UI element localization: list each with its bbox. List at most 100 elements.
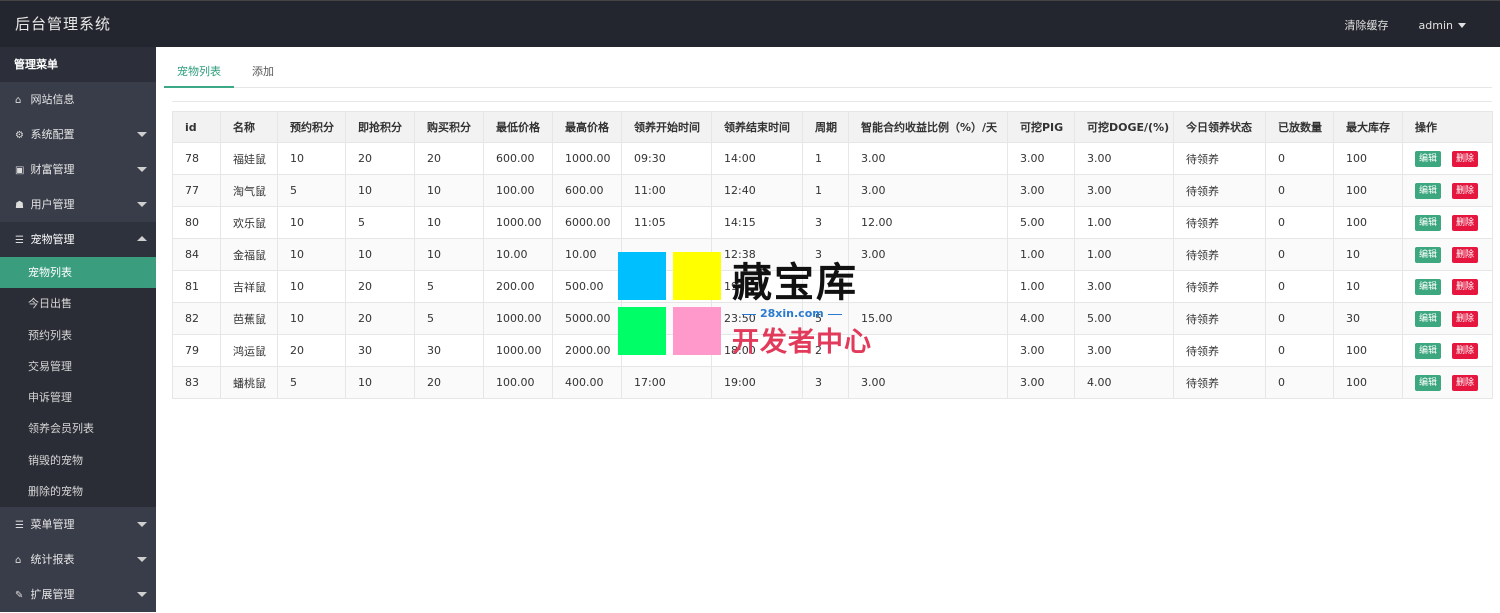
table-cell: 200.00 [483,270,553,303]
table-cell: 3.00 [1007,334,1075,367]
submenu-item-reservations[interactable]: 预约列表 [0,320,156,351]
chevron-down-icon [137,202,147,207]
table-cell: 1000.00 [483,334,553,367]
table-cell: 79 [172,334,221,367]
table-cell: 10 [414,206,484,239]
table-cell: 100 [1333,142,1403,175]
delete-button[interactable]: 删除 [1452,246,1479,263]
table-cell [621,334,712,367]
edit-button[interactable]: 编辑 [1415,278,1442,295]
table-row: 81 吉祥鼠 10 20 5 200.00 500.00 19 1.00 3.00 待领养 0 10 编辑… [172,270,1493,303]
table-cell: 3 [802,366,849,399]
tab-pet-list[interactable]: 宠物列表 [164,58,234,88]
table-body: 78 福娃鼠 10 20 20 600.00 1000.00 09:30 14:00 1 3.00 3… [172,142,1493,399]
table-cell: 20 [345,142,415,175]
users-icon: ☗ [15,200,24,211]
table-cell: 2000.00 [552,334,622,367]
edit-button[interactable]: 编辑 [1415,246,1442,263]
submenu-item-trades[interactable]: 交易管理 [0,351,156,382]
table-cell: 400.00 [552,366,622,399]
table-cell: 12:40 [711,174,803,207]
tab-add[interactable]: 添加 [252,58,274,88]
sidebar-item-label: 用户管理 [30,198,75,211]
sidebar-heading: 管理菜单 [0,47,156,82]
chevron-down-icon [137,522,147,528]
table-cell: 600.00 [483,142,553,175]
column-header: 已放数量 [1265,111,1334,143]
table-row: 78 福娃鼠 10 20 20 600.00 1000.00 09:30 14:00 1 3.00 3… [172,142,1493,175]
submenu-item-deleted[interactable]: 删除的宠物 [0,476,156,507]
delete-button[interactable]: 删除 [1452,150,1479,167]
edit-button[interactable]: 编辑 [1415,310,1442,327]
delete-button[interactable]: 删除 [1452,182,1479,199]
sidebar-item-menus[interactable]: ☰ 菜单管理 [0,507,156,542]
table-cell [621,270,712,303]
chevron-down-icon [1458,22,1466,28]
list-icon: ☰ [15,235,24,246]
table-cell: 23:50 [711,302,803,335]
edit-button[interactable]: 编辑 [1415,374,1442,391]
table-cell: 77 [172,174,221,207]
edit-button[interactable]: 编辑 [1415,342,1442,359]
clear-cache-link[interactable]: 清除缓存 [1345,17,1389,33]
chevron-down-icon [137,167,147,172]
table-cell: 30 [1333,302,1403,335]
edit-button[interactable]: 编辑 [1415,182,1442,199]
chevron-down-icon [137,592,147,598]
table-cell: 0 [1265,142,1334,175]
table-cell: 待领养 [1173,334,1266,367]
column-header: 名称 [220,111,278,143]
gears-icon: ⚙ [15,130,24,141]
table-cell [848,270,1008,303]
table-cell: 10 [414,174,484,207]
chevron-down-icon [137,557,147,563]
table-cell: 0 [1265,270,1334,303]
table-cell: 5000.00 [552,302,622,335]
sidebar-item-pets[interactable]: ☰ 宠物管理 [0,222,156,257]
edit-button[interactable]: 编辑 [1415,150,1442,167]
table-cell: 0 [1265,174,1334,207]
table-cell: 3.00 [1074,270,1174,303]
sidebar-item-wealth[interactable]: ▣ 财富管理 [0,152,156,187]
table-cell: 1.00 [1074,238,1174,271]
table-cell: 78 [172,142,221,175]
sidebar-item-reports[interactable]: ⌂ 统计报表 [0,542,156,577]
submenu-item-appeals[interactable]: 申诉管理 [0,382,156,413]
table-cell: 0 [1265,238,1334,271]
column-header: 可挖DOGE/(%) [1074,111,1174,143]
submenu-item-destroyed[interactable]: 销毁的宠物 [0,445,156,476]
column-header: 最大库存 [1333,111,1403,143]
actions-cell: 编辑 删除 [1402,142,1493,175]
table-cell: 0 [1265,302,1334,335]
column-header: 即抢积分 [345,111,415,143]
edit-button[interactable]: 编辑 [1415,214,1442,231]
table-header-row: id 名称 预约积分 即抢积分 购买积分 最低价格 最高价格 领养开始时间 领养… [172,111,1493,143]
table-cell: 0 [1265,366,1334,399]
sidebar-item-system-config[interactable]: ⚙ 系统配置 [0,117,156,152]
table-cell: 500.00 [552,270,622,303]
submenu-item-adopters[interactable]: 领养会员列表 [0,413,156,444]
actions-cell: 编辑 删除 [1402,302,1493,335]
column-header: 最高价格 [552,111,622,143]
delete-button[interactable]: 删除 [1452,310,1479,327]
table-cell: 83 [172,366,221,399]
table-cell: 10 [277,270,346,303]
delete-button[interactable]: 删除 [1452,374,1479,391]
delete-button[interactable]: 删除 [1452,214,1479,231]
pets-submenu: 宠物列表 今日出售 预约列表 交易管理 申诉管理 领养会员列表 销毁的宠物 删除… [0,257,156,508]
submenu-item-today-sale[interactable]: 今日出售 [0,288,156,319]
sidebar-item-extensions[interactable]: ✎ 扩展管理 [0,577,156,612]
column-header: 购买积分 [414,111,484,143]
sidebar-item-site-info[interactable]: ⌂ 网站信息 [0,82,156,117]
table-row: 83 蟠桃鼠 5 10 20 100.00 400.00 17:00 19:00 3 3.00 3.0… [172,366,1493,399]
delete-button[interactable]: 删除 [1452,278,1479,295]
table-cell: 3.00 [1007,142,1075,175]
table-cell: 待领养 [1173,238,1266,271]
table-cell: 待领养 [1173,270,1266,303]
user-menu[interactable]: admin [1419,17,1466,33]
chevron-up-icon [137,236,147,241]
table-cell: 82 [172,302,221,335]
delete-button[interactable]: 删除 [1452,342,1479,359]
sidebar-item-users[interactable]: ☗ 用户管理 [0,187,156,222]
submenu-item-pet-list[interactable]: 宠物列表 [0,257,156,289]
